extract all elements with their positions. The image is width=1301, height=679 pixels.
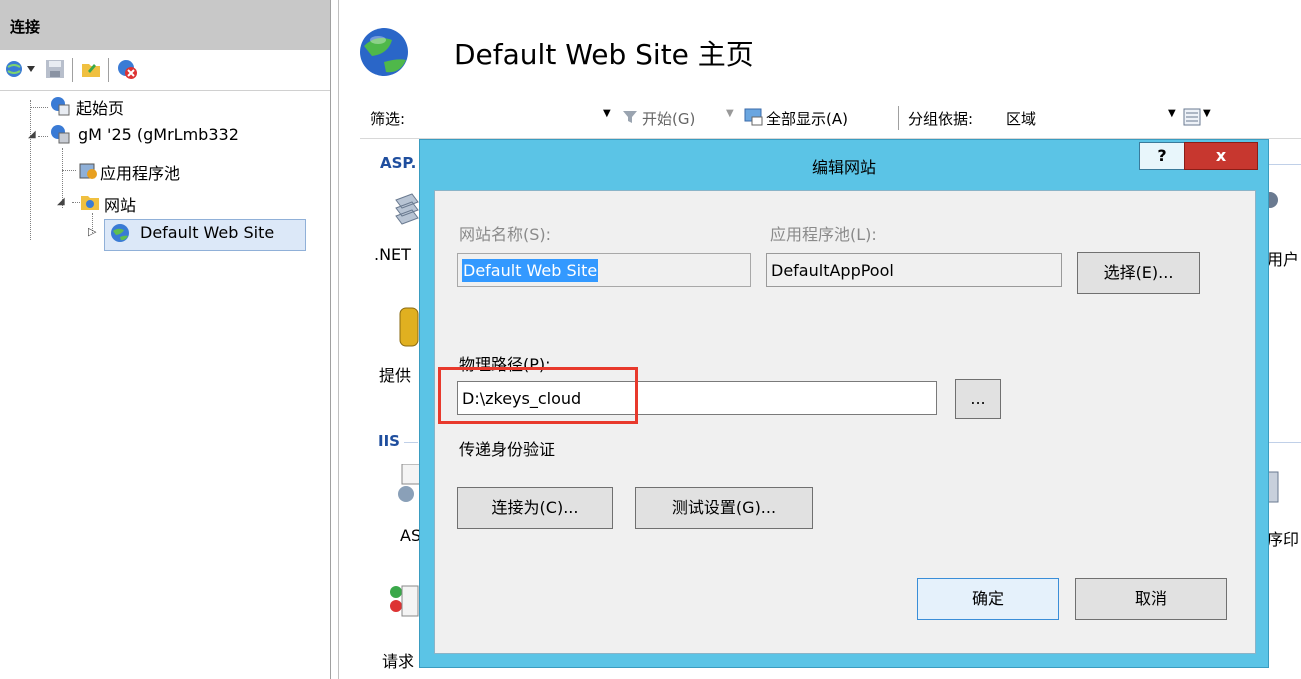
tree-line (72, 202, 80, 203)
asp-feature-icon[interactable] (396, 464, 420, 512)
filter-dropdown-icon[interactable]: ▼ (603, 108, 611, 119)
view-mode-dropdown-icon[interactable]: ▼ (1203, 108, 1211, 119)
help-button[interactable]: ? (1139, 142, 1185, 170)
group-line (1268, 442, 1301, 443)
globe-connect-icon[interactable] (4, 58, 26, 80)
group-header-iis[interactable]: IIS (378, 432, 400, 450)
site-globe-icon (360, 28, 408, 76)
group-line (1268, 164, 1301, 165)
app-pool-label: 应用程序池(L): (770, 225, 877, 244)
group-by-label: 分组依据: (908, 110, 974, 128)
tree-item-server[interactable]: gM '25 (gMrLmb332 (78, 125, 239, 144)
collapse-arrow-icon[interactable]: ▷ (88, 225, 96, 238)
toolbar-separator (898, 106, 899, 130)
browse-path-button[interactable]: ... (955, 379, 1001, 419)
start-filter-button[interactable]: 开始(G) (642, 108, 695, 129)
connections-pane: 连接 起始页 ◢ gM '25 (gMrLmb332 应用程序池 ◢ 网站 ▷ … (0, 0, 331, 679)
pass-through-label: 传递身份验证 (459, 440, 556, 459)
group-by-select[interactable]: 区域 (1006, 108, 1036, 129)
cancel-button[interactable]: 取消 (1075, 578, 1227, 620)
tree-line (62, 170, 76, 171)
funnel-icon (623, 111, 637, 123)
sites-folder-icon (81, 196, 99, 210)
server-icon (51, 125, 70, 144)
site-name-field[interactable]: Default Web Site (457, 253, 751, 287)
expand-arrow-icon[interactable]: ◢ (57, 196, 65, 207)
expand-arrow-icon[interactable]: ◢ (28, 129, 36, 140)
provider-feature-icon[interactable] (398, 306, 420, 348)
feature-label-net: .NET (374, 245, 411, 264)
ok-button[interactable]: 确定 (917, 578, 1059, 620)
connections-title: 连接 (10, 18, 41, 36)
tree-item-sites[interactable]: 网站 (104, 192, 136, 216)
feature-label-provider: 提供 (379, 366, 412, 385)
site-name-label: 网站名称(S): (459, 225, 552, 244)
save-icon[interactable] (44, 58, 66, 80)
toolbar-separator (108, 58, 109, 82)
connect-as-button[interactable]: 连接为(C)... (457, 487, 613, 529)
filter-input[interactable] (420, 103, 610, 131)
filter-bar: 筛选: ▼ 开始(G) ▼ 全部显示(A) 分组依据: 区域 ▼ ▼ (360, 98, 1301, 139)
connections-header: 连接 (0, 0, 330, 50)
group-header-asp[interactable]: ASP. (380, 154, 416, 172)
test-settings-button[interactable]: 测试设置(G)... (635, 487, 813, 529)
group-by-dropdown-icon[interactable]: ▼ (1168, 108, 1176, 119)
tree-line (30, 100, 31, 240)
tree-line (38, 136, 48, 137)
dropdown-arrow-icon[interactable] (27, 66, 35, 72)
tree-item-app-pools[interactable]: 应用程序池 (100, 160, 180, 184)
user-feature-icon[interactable] (1268, 190, 1282, 230)
app-pool-field: DefaultAppPool (766, 253, 1062, 287)
site-name-value: Default Web Site (462, 259, 599, 282)
tree-item-default-web-site[interactable]: Default Web Site (140, 223, 274, 242)
show-all-button[interactable]: 全部显示(A) (766, 108, 848, 129)
select-app-pool-button[interactable]: 选择(E)... (1077, 252, 1200, 294)
program-feature-icon[interactable] (1268, 470, 1282, 504)
tree-item-start-page[interactable]: 起始页 (76, 95, 124, 119)
request-feature-icon[interactable] (388, 582, 420, 624)
feature-label-request: 请求 (382, 652, 415, 671)
tree-line (30, 107, 48, 108)
open-folder-icon[interactable] (80, 58, 102, 80)
feature-label-user: 用户 (1267, 250, 1300, 269)
filter-label: 筛选: (370, 110, 406, 128)
app-pool-icon (79, 163, 97, 179)
globe-icon (111, 224, 129, 242)
net-feature-icon[interactable] (392, 192, 420, 232)
feature-label-program: 序印 (1267, 530, 1300, 549)
start-page-icon (51, 97, 70, 116)
highlight-annotation (438, 367, 638, 424)
show-all-icon (744, 108, 763, 126)
view-mode-icon[interactable] (1183, 108, 1201, 126)
page-title: Default Web Site 主页 (454, 38, 754, 71)
close-button[interactable]: x (1184, 142, 1258, 170)
disconnect-icon[interactable] (116, 58, 138, 80)
start-dropdown-icon[interactable]: ▼ (726, 108, 734, 119)
toolbar-separator (72, 58, 73, 82)
connections-toolbar (0, 50, 330, 91)
group-line (404, 442, 418, 443)
feature-label-asp: AS (400, 526, 422, 545)
